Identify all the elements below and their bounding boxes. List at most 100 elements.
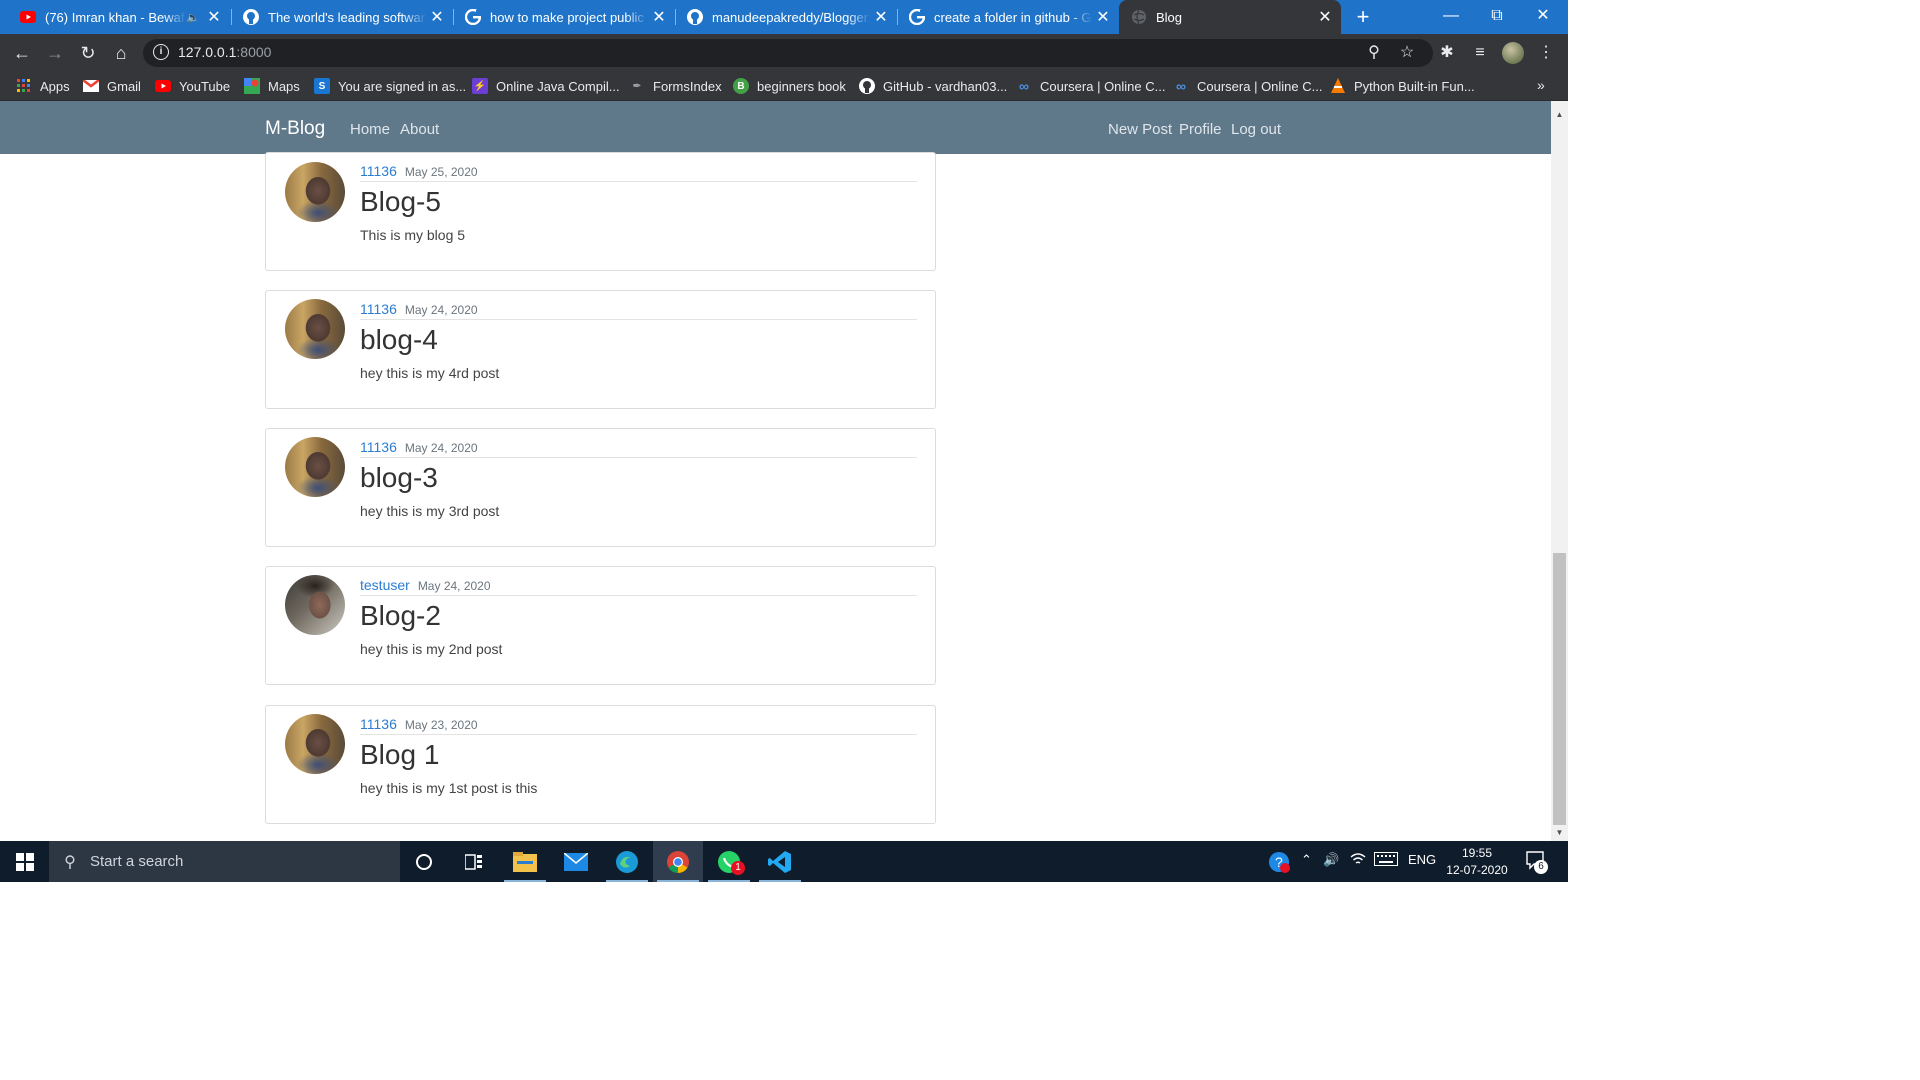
post-date: May 24, 2020	[417, 579, 491, 593]
more-bookmarks-icon[interactable]: »	[1537, 77, 1545, 93]
nav-new-post[interactable]: New Post	[1108, 121, 1172, 138]
minimize-button[interactable]: —	[1428, 0, 1474, 34]
bookmark-maps[interactable]: Maps	[244, 77, 300, 95]
post-meta: testuser May 24, 2020	[360, 577, 917, 596]
chrome-taskbar-icon[interactable]	[653, 841, 703, 882]
author-link[interactable]: testuser	[360, 577, 410, 593]
close-tab-icon[interactable]: ✕	[649, 7, 669, 27]
scroll-up-arrow-icon[interactable]: ▲	[1551, 108, 1568, 122]
wifi-icon[interactable]	[1350, 852, 1366, 869]
brand-link[interactable]: M-Blog	[265, 118, 325, 140]
author-avatar	[285, 299, 345, 359]
edge-browser-icon[interactable]	[602, 841, 652, 882]
post-title[interactable]: Blog 1	[360, 739, 439, 771]
post-card: testuser May 24, 2020 Blog-2 hey this is …	[265, 566, 936, 685]
search-icon: ⚲	[64, 853, 76, 871]
new-tab-button[interactable]: +	[1350, 4, 1376, 30]
extensions-puzzle-icon[interactable]: ✱	[1436, 42, 1458, 64]
media-control-icon[interactable]: ≡	[1469, 42, 1491, 64]
post-card: 11136 May 24, 2020 blog-4 hey this is my …	[265, 290, 936, 409]
post-meta: 11136 May 25, 2020	[360, 163, 917, 182]
volume-icon[interactable]: 🔊	[1323, 852, 1339, 868]
notification-count-badge: 6	[1534, 860, 1548, 874]
tab-github-home[interactable]: The world's leading software ✕	[231, 0, 453, 34]
nav-about[interactable]: About	[400, 121, 439, 138]
post-body: hey this is my 1st post is this	[360, 780, 538, 796]
muted-speaker-icon[interactable]: 🔈	[186, 11, 200, 24]
file-explorer-icon[interactable]	[500, 841, 550, 882]
author-link[interactable]: 11136	[360, 716, 397, 732]
help-icon[interactable]: ?	[1268, 851, 1290, 876]
post-card: 11136 May 23, 2020 Blog 1 hey this is my …	[265, 705, 936, 824]
post-title[interactable]: Blog-5	[360, 186, 441, 218]
post-meta: 11136 May 24, 2020	[360, 439, 917, 458]
bookmark-star-icon[interactable]: ☆	[1396, 42, 1418, 64]
close-tab-icon[interactable]: ✕	[204, 7, 224, 27]
task-view-icon[interactable]	[449, 841, 499, 882]
close-tab-icon[interactable]: ✕	[1093, 7, 1113, 27]
bookmark-python-builtins[interactable]: Python Built-in Fun...	[1330, 77, 1475, 95]
system-clock[interactable]: 19:55 12-07-2020	[1444, 845, 1510, 879]
bookmark-signed-in[interactable]: S You are signed in as...	[314, 77, 466, 95]
tab-google-search-2[interactable]: create a folder in github - Go ✕	[897, 0, 1119, 34]
author-link[interactable]: 11136	[360, 439, 397, 455]
tab-google-search-1[interactable]: how to make project public in ✕	[453, 0, 675, 34]
chevron-up-icon[interactable]: ⌃	[1301, 852, 1312, 868]
cortana-icon[interactable]	[399, 841, 449, 882]
restore-button[interactable]: ⧉	[1474, 0, 1520, 34]
close-tab-icon[interactable]: ✕	[1315, 7, 1335, 27]
author-link[interactable]: 11136	[360, 301, 397, 317]
google-icon	[909, 9, 925, 25]
whatsapp-unread-badge: 1	[731, 861, 745, 875]
scroll-down-arrow-icon[interactable]: ▼	[1551, 826, 1568, 840]
scrollbar-thumb[interactable]	[1553, 553, 1566, 825]
notifications-icon[interactable]: 6	[1526, 851, 1548, 874]
close-tab-icon[interactable]: ✕	[871, 7, 891, 27]
reload-icon[interactable]: ↻	[74, 39, 102, 67]
tab-title: create a folder in github - Go	[934, 9, 1093, 25]
bookmark-gmail[interactable]: Gmail	[83, 77, 141, 95]
mail-icon[interactable]	[551, 841, 601, 882]
tab-github-repo[interactable]: manudeepakreddy/Blogger: ✕	[675, 0, 897, 34]
close-window-button[interactable]: ✕	[1520, 0, 1566, 34]
chrome-menu-icon[interactable]: ⋮	[1535, 42, 1557, 64]
bookmark-formsindex[interactable]: ✒ FormsIndex	[629, 77, 722, 95]
bookmark-coursera-1[interactable]: ∞ Coursera | Online C...	[1016, 77, 1165, 95]
bookmark-java-compiler[interactable]: ⚡ Online Java Compil...	[472, 77, 620, 95]
back-arrow-icon[interactable]: ←	[8, 39, 36, 67]
tab-youtube[interactable]: (76) Imran khan - Bewafa 🔈 ✕	[8, 0, 230, 34]
tab-blog-active[interactable]: Blog ✕	[1119, 0, 1341, 34]
bookmark-apps[interactable]: Apps	[16, 77, 70, 95]
post-date: May 24, 2020	[404, 441, 478, 455]
post-date: May 24, 2020	[404, 303, 478, 317]
bookmark-youtube[interactable]: YouTube	[155, 77, 230, 95]
bookmark-github-vardhan[interactable]: GitHub - vardhan03...	[859, 77, 1007, 95]
zoom-search-icon[interactable]: ⚲	[1363, 42, 1385, 64]
vscode-icon[interactable]	[755, 841, 805, 882]
home-icon[interactable]: ⌂	[107, 39, 135, 67]
b-icon: B	[733, 78, 749, 94]
close-tab-icon[interactable]: ✕	[427, 7, 447, 27]
post-title[interactable]: blog-3	[360, 462, 438, 494]
author-link[interactable]: 11136	[360, 163, 397, 179]
tab-title: manudeepakreddy/Blogger:	[712, 9, 871, 25]
language-indicator[interactable]: ENG	[1408, 852, 1436, 867]
address-url[interactable]: 127.0.0.1:8000	[178, 44, 271, 60]
bookmark-beginners-book[interactable]: B beginners book	[733, 77, 846, 95]
nav-profile[interactable]: Profile	[1179, 121, 1222, 138]
forward-arrow-icon[interactable]: →	[41, 39, 69, 67]
post-title[interactable]: Blog-2	[360, 600, 441, 632]
google-icon	[465, 9, 481, 25]
taskbar-search-placeholder[interactable]: Start a search	[90, 853, 183, 870]
whatsapp-icon[interactable]: 1	[704, 841, 754, 882]
post-meta: 11136 May 24, 2020	[360, 301, 917, 320]
bookmark-coursera-2[interactable]: ∞ Coursera | Online C...	[1173, 77, 1322, 95]
nav-logout[interactable]: Log out	[1231, 121, 1281, 138]
post-title[interactable]: blog-4	[360, 324, 438, 356]
nav-home[interactable]: Home	[350, 121, 390, 138]
site-info-icon[interactable]: i	[153, 44, 169, 60]
keyboard-icon[interactable]	[1374, 852, 1398, 869]
address-bar[interactable]	[143, 39, 1433, 67]
windows-start-icon[interactable]	[0, 841, 49, 882]
profile-avatar[interactable]	[1502, 42, 1524, 64]
